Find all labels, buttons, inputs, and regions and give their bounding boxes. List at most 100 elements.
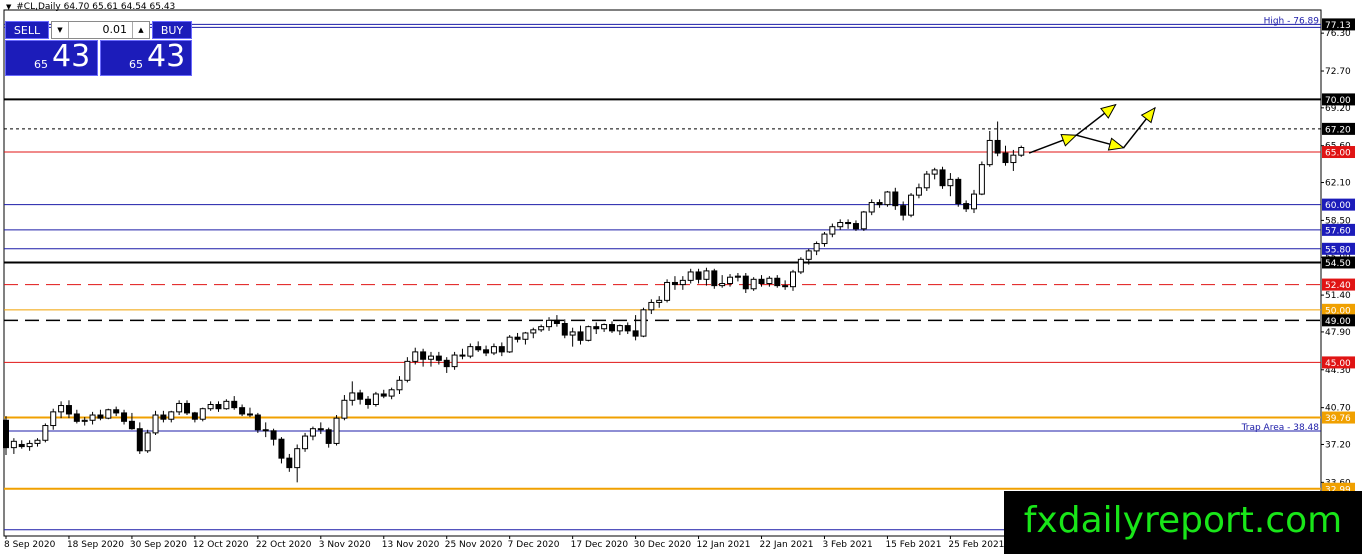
sell-price[interactable]: 65 43 — [5, 39, 98, 76]
candle — [750, 277, 757, 291]
candle-body — [427, 355, 434, 360]
candle-body — [42, 425, 49, 441]
candle-body — [624, 325, 631, 332]
candle-body — [97, 414, 104, 419]
price-label-text: 54.50 — [1325, 259, 1351, 269]
candle-body — [404, 360, 411, 381]
price-label-text: 49.00 — [1325, 317, 1351, 327]
candle-body — [939, 169, 946, 187]
candle-body — [467, 346, 474, 357]
price-label-67.20: 67.20 — [1322, 122, 1355, 135]
candle-body — [892, 191, 899, 207]
sell-price-small: 65 — [34, 58, 48, 71]
candle-body — [168, 411, 175, 420]
candle-body — [577, 331, 584, 341]
x-tick-label: 7 Dec 2020 — [508, 540, 560, 550]
candle — [939, 166, 946, 189]
candle-body — [73, 413, 80, 422]
candle — [585, 325, 592, 342]
candle-body — [113, 409, 120, 414]
x-tick-label: 22 Oct 2020 — [256, 540, 312, 550]
candle-body — [215, 404, 222, 410]
buy-price-big: 43 — [147, 39, 186, 74]
candle-body — [727, 276, 734, 285]
candle-body — [105, 409, 112, 419]
candle — [640, 307, 647, 338]
candle-body — [522, 332, 529, 340]
candle-body — [860, 211, 867, 230]
level-note: High - 76.89 — [1264, 16, 1320, 26]
lot-size-field[interactable]: ▼ 0.01 ▲ — [51, 21, 150, 39]
candle-body — [687, 271, 694, 281]
candle-body — [506, 336, 513, 353]
x-tick-label: 17 Dec 2020 — [571, 540, 629, 550]
candle-body — [546, 319, 553, 328]
candle-body — [852, 223, 859, 230]
x-tick-label: 8 Sep 2020 — [4, 540, 56, 550]
candle-body — [774, 277, 781, 287]
candle-body — [199, 408, 206, 420]
candle-body — [357, 392, 364, 400]
level-note: Trap Area - 38.48 — [1241, 423, 1320, 433]
candle-body — [349, 392, 356, 401]
candle-body — [766, 277, 773, 285]
candle — [302, 432, 309, 452]
price-label-57.60: 57.60 — [1322, 223, 1355, 236]
symbol-text: #CL,Daily — [16, 2, 61, 12]
candle-body — [333, 417, 340, 444]
x-tick-label: 25 Nov 2020 — [445, 540, 503, 550]
watermark-logo: fxdailyreport.com — [1004, 491, 1362, 554]
candle-body — [908, 194, 915, 216]
candle — [860, 210, 867, 231]
candle — [1018, 145, 1025, 157]
candle — [908, 193, 915, 218]
candle-body — [664, 281, 671, 301]
candle-body — [585, 326, 592, 341]
candle-body — [160, 414, 167, 420]
candle-body — [813, 243, 820, 252]
candle-body — [805, 250, 812, 260]
x-tick-label: 3 Nov 2020 — [319, 540, 371, 550]
candle-body — [89, 414, 96, 421]
candle-body — [396, 379, 403, 391]
candle — [333, 415, 340, 446]
candle-body — [750, 278, 757, 290]
sell-button[interactable]: SELL — [5, 21, 49, 39]
candle-body — [742, 275, 749, 290]
candle-body — [923, 173, 930, 189]
candle-body — [420, 351, 427, 360]
candle-body — [553, 319, 560, 324]
candle-body — [144, 432, 151, 452]
candle-body — [947, 178, 954, 187]
candle-body — [207, 404, 214, 410]
buy-button[interactable]: BUY — [152, 21, 192, 39]
candle-body — [640, 309, 647, 337]
price-label-text: 60.00 — [1325, 201, 1351, 211]
candle-body — [656, 299, 663, 303]
candle-body — [58, 405, 65, 413]
candle-body — [152, 414, 159, 434]
lot-increase-icon[interactable]: ▲ — [132, 22, 149, 38]
price-chart: High - 76.89Trap Area - 38.48 76.3072.70… — [3, 9, 1355, 550]
candle-body — [475, 346, 482, 351]
candle-body — [915, 187, 922, 196]
lot-decrease-icon[interactable]: ▼ — [52, 22, 69, 38]
y-tick-label: 37.20 — [1325, 440, 1351, 450]
candle-body — [876, 202, 883, 206]
candle-body — [931, 169, 938, 175]
x-tick-label: 3 Feb 2021 — [822, 540, 872, 550]
candle-body — [845, 222, 852, 225]
candle-body — [978, 164, 985, 195]
x-tick-label: 30 Sep 2020 — [130, 540, 187, 550]
candle — [664, 279, 671, 303]
y-tick-label: 72.70 — [1325, 67, 1351, 77]
candle-body — [632, 330, 639, 337]
price-label-49.00: 49.00 — [1322, 314, 1355, 327]
price-label-text: 65.00 — [1325, 149, 1351, 159]
candle — [404, 357, 411, 383]
price-label-45.00: 45.00 — [1322, 356, 1355, 369]
candle-body — [412, 351, 419, 362]
buy-price[interactable]: 65 43 — [100, 39, 192, 76]
x-tick-label: 25 Feb 2021 — [948, 540, 1004, 550]
ohlc-text: 64.70 65.61 64.54 65.43 — [63, 2, 176, 12]
